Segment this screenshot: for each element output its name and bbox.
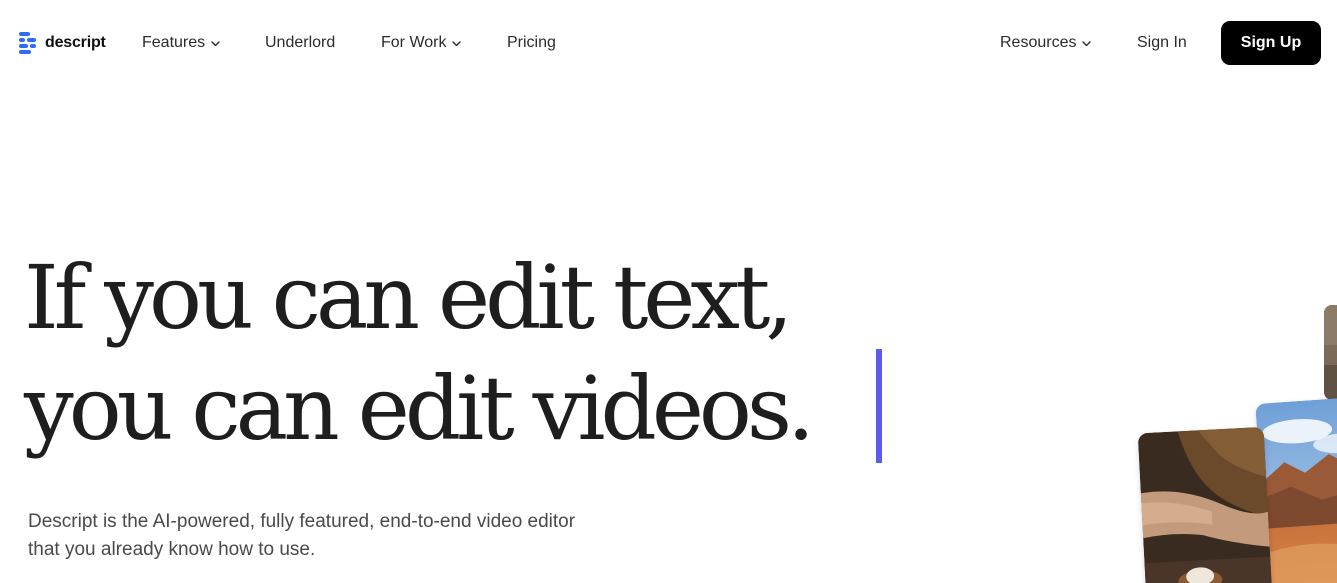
chevron-down-icon (211, 40, 220, 46)
nav-resources[interactable]: Resources (1000, 32, 1092, 54)
hero-subtitle: Descript is the AI-powered, fully featur… (28, 508, 728, 564)
nav-pricing[interactable]: Pricing (507, 32, 556, 54)
sign-in-link[interactable]: Sign In (1137, 32, 1187, 54)
chevron-down-icon (452, 40, 462, 46)
nav-pricing-label: Pricing (507, 34, 556, 51)
descript-logo[interactable]: descript (19, 31, 106, 55)
chevron-down-icon (1082, 40, 1092, 46)
hero-headline-line2: you can edit videos. (24, 357, 815, 460)
descript-logo-icon (19, 32, 36, 54)
top-nav: descript Features Underlord For Work Pri… (0, 0, 1337, 86)
nav-for-work-label: For Work (381, 34, 447, 51)
text-cursor-caret (876, 349, 882, 463)
sign-up-button[interactable]: Sign Up (1221, 21, 1321, 65)
hero-subtitle-line2: that you already know how to use. (28, 539, 316, 560)
video-thumbnail-partial (1324, 305, 1337, 400)
nav-for-work[interactable]: For Work (381, 32, 462, 54)
hero-headline: If you can edit text, you can edit video… (24, 242, 815, 464)
nav-features[interactable]: Features (142, 32, 220, 54)
hero-headline-line1: If you can edit text, (24, 246, 793, 349)
sign-in-label: Sign In (1137, 34, 1187, 51)
landing-page: descript Features Underlord For Work Pri… (0, 0, 1337, 583)
nav-underlord-label: Underlord (265, 34, 336, 51)
nav-underlord[interactable]: Underlord (265, 32, 335, 54)
nav-features-label: Features (142, 34, 206, 51)
logo-wordmark: descript (45, 34, 106, 51)
video-thumbnail-hands (1137, 426, 1273, 583)
hero-subtitle-line1: Descript is the AI-powered, fully featur… (28, 511, 576, 532)
nav-resources-label: Resources (1000, 34, 1077, 51)
